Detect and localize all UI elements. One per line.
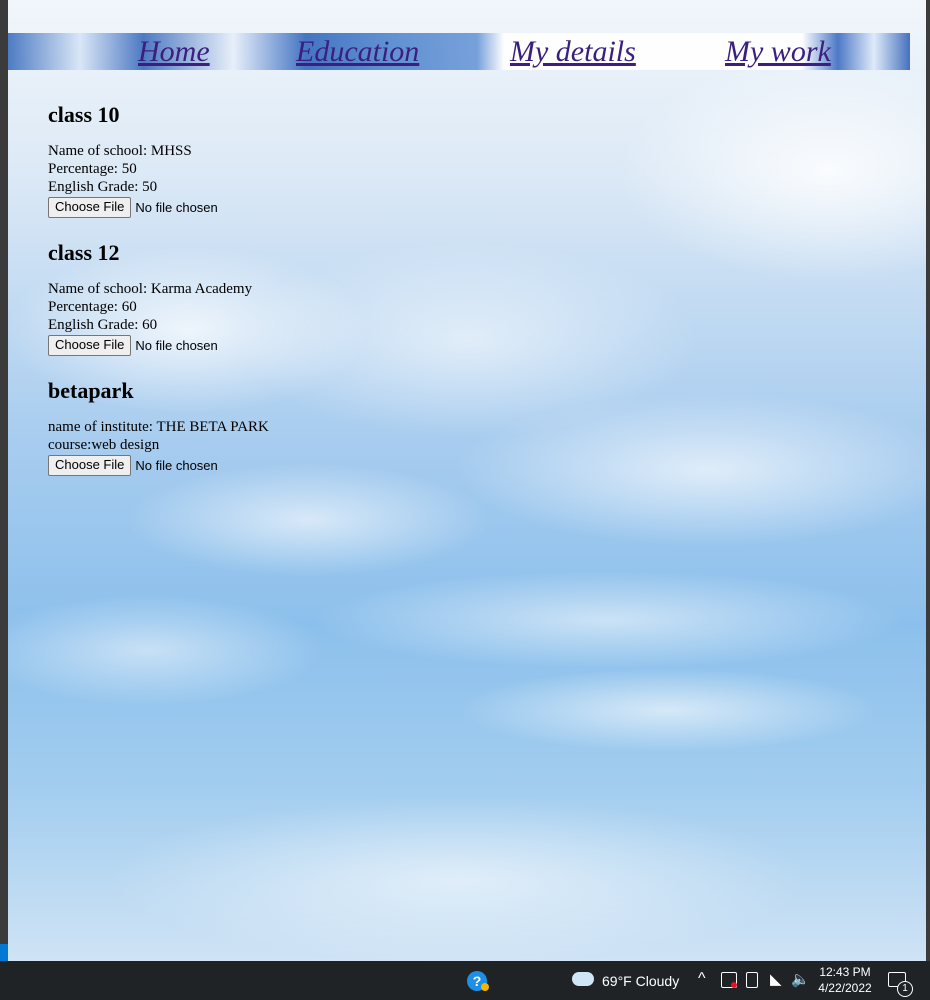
- date-text: 4/22/2022: [818, 981, 872, 995]
- nav-link-education[interactable]: Education: [296, 33, 419, 70]
- chevron-up-icon[interactable]: ^: [698, 970, 706, 988]
- choose-file-button[interactable]: Choose File: [48, 455, 132, 476]
- school-name: Name of school: Karma Academy: [48, 281, 253, 297]
- taskbar: ? 69°F Cloudy ^ ◣ 🔈 12:43 PM 4/22/2022 1: [0, 961, 930, 1000]
- nav-link-my-details[interactable]: My details: [510, 33, 636, 70]
- file-input: Choose File No file chosen: [48, 455, 648, 476]
- nav-bar: Home Education My details My work: [8, 33, 910, 70]
- time-text: 12:43 PM: [819, 965, 871, 979]
- section-heading: class 10: [48, 102, 120, 127]
- choose-file-button[interactable]: Choose File: [48, 335, 132, 356]
- cloud-icon[interactable]: [572, 972, 594, 986]
- battery-icon[interactable]: [746, 972, 758, 988]
- nav-link-home[interactable]: Home: [138, 33, 210, 70]
- school-name: Name of school: MHSS: [48, 143, 192, 159]
- window-accent: [0, 944, 8, 961]
- percentage: Percentage: 60: [48, 299, 137, 315]
- window-edge-right: [926, 0, 930, 961]
- wifi-icon[interactable]: ◣: [770, 970, 782, 988]
- file-status: No file chosen: [135, 200, 218, 215]
- percentage: Percentage: 50: [48, 161, 137, 177]
- english-grade: English Grade: 50: [48, 179, 158, 195]
- file-status: No file chosen: [135, 338, 218, 353]
- institute-name: name of institute: THE BETA PARK: [48, 419, 269, 435]
- notification-badge: 1: [897, 981, 913, 997]
- clock[interactable]: 12:43 PM 4/22/2022: [814, 964, 876, 996]
- help-badge-icon: [481, 983, 489, 991]
- file-input: Choose File No file chosen: [48, 197, 648, 218]
- section-class-10: class 10 Name of school: MHSS Percentage…: [48, 100, 648, 218]
- volume-icon[interactable]: 🔈: [791, 970, 810, 988]
- main-content: class 10 Name of school: MHSS Percentage…: [48, 100, 648, 476]
- file-status: No file chosen: [135, 458, 218, 473]
- weather-text[interactable]: 69°F Cloudy: [602, 973, 679, 989]
- section-betapark: betapark name of institute: THE BETA PAR…: [48, 376, 648, 476]
- section-class-12: class 12 Name of school: Karma Academy P…: [48, 238, 648, 356]
- file-input: Choose File No file chosen: [48, 335, 648, 356]
- english-grade: English Grade: 60: [48, 317, 158, 333]
- section-heading: class 12: [48, 240, 120, 265]
- section-heading: betapark: [48, 378, 134, 403]
- choose-file-button[interactable]: Choose File: [48, 197, 132, 218]
- recording-dot-icon: [731, 982, 737, 988]
- window-edge-left: [0, 0, 8, 961]
- nav-link-my-work[interactable]: My work: [725, 33, 831, 70]
- course: course:web design: [48, 437, 160, 453]
